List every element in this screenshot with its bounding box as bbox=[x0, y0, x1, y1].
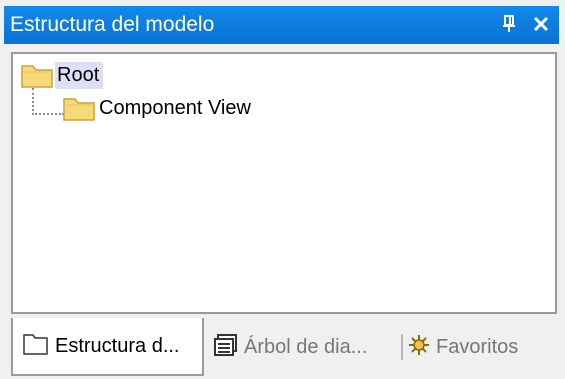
model-tree-panel: Estructura del modelo Root Component Vie… bbox=[0, 0, 565, 379]
tab-favorites[interactable]: Favoritos bbox=[404, 318, 554, 376]
tree-connector-line bbox=[32, 88, 64, 115]
tree-node-component-view[interactable]: Component View bbox=[63, 94, 255, 122]
tab-separator bbox=[401, 334, 403, 360]
panel-tabbar: Estructura d... Árbol de dia... Favorito… bbox=[0, 318, 565, 379]
tree-node-label: Component View bbox=[99, 96, 251, 119]
panel-title: Estructura del modelo bbox=[10, 13, 215, 36]
model-tree-icon bbox=[23, 332, 49, 361]
folder-icon bbox=[63, 94, 97, 122]
folder-icon bbox=[21, 61, 55, 89]
tab-label: Árbol de dia... bbox=[244, 335, 368, 358]
model-tree[interactable]: Root Component View bbox=[11, 52, 557, 314]
close-icon[interactable] bbox=[528, 10, 554, 38]
pin-icon[interactable] bbox=[496, 10, 522, 38]
panel-titlebar[interactable]: Estructura del modelo bbox=[4, 6, 559, 44]
tab-diagram-tree[interactable]: Árbol de dia... bbox=[210, 318, 400, 376]
favorites-icon bbox=[408, 334, 430, 361]
tab-label: Estructura d... bbox=[55, 334, 180, 357]
tab-label: Favoritos bbox=[436, 335, 519, 358]
tree-node-label: Root bbox=[55, 61, 104, 89]
diagram-tree-icon bbox=[214, 333, 238, 361]
tab-model-structure[interactable]: Estructura d... bbox=[11, 318, 204, 376]
tree-node-root[interactable]: Root bbox=[21, 61, 104, 89]
